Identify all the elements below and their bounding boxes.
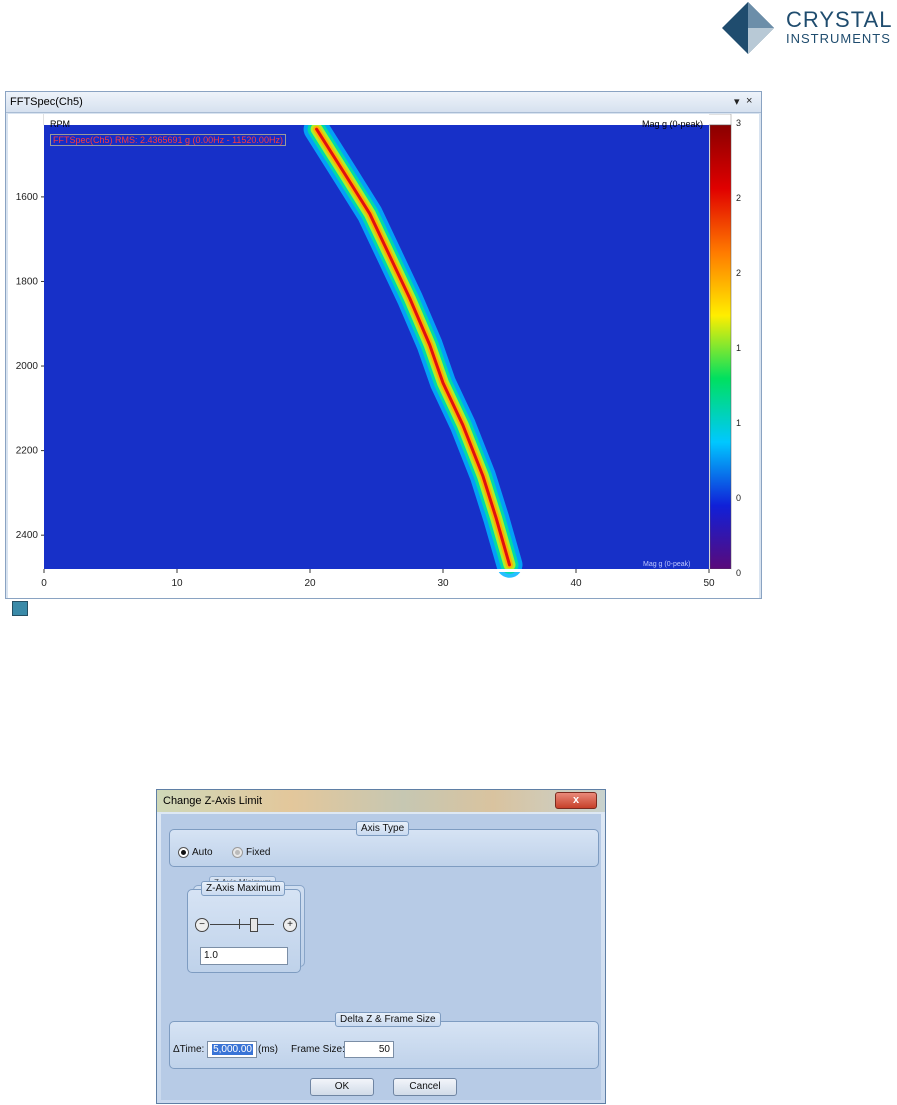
cancel-button[interactable]: Cancel — [393, 1078, 457, 1096]
trace-legend: FFTSpec(Ch5) RMS: 2.4365691 g (0.00Hz - … — [50, 134, 286, 146]
y-tick-label: 2400 — [16, 530, 39, 541]
x-tick-label: 50 — [703, 578, 715, 589]
delta-time-unit: (ms) — [258, 1044, 278, 1055]
header-mask — [44, 114, 709, 125]
decrease-icon[interactable]: − — [195, 918, 209, 932]
axis-type-legend: Axis Type — [356, 821, 410, 836]
dialog-titlebar: Change Z-Axis Limit x — [157, 790, 605, 812]
colorbar-tick-label: 1 — [736, 418, 741, 428]
fft-window-titlebar: FFTSpec(Ch5) ▾ × — [6, 92, 761, 113]
z-axis-max-input[interactable]: 1.0 — [200, 947, 288, 965]
y-tick-label: 1800 — [16, 276, 39, 287]
crystal-instruments-logo: CRYSTAL INSTRUMENTS — [718, 0, 897, 56]
colorbar-tick-label: 2 — [736, 193, 741, 203]
y-tick-label: 1600 — [16, 192, 39, 203]
y-axis-label: RPM — [50, 119, 70, 129]
window-close-icon[interactable]: × — [746, 95, 752, 107]
colorbar-tick-label: 0 — [736, 493, 741, 503]
delta-time-value: 5,000.00 — [212, 1044, 253, 1055]
window-menu-icon[interactable]: ▾ — [734, 95, 740, 108]
x-tick-label: 40 — [570, 578, 582, 589]
y-tick-label: 2000 — [16, 361, 39, 372]
dialog-title: Change Z-Axis Limit — [163, 795, 263, 807]
heatmap-background — [44, 125, 709, 569]
radio-fixed[interactable]: Fixed — [232, 847, 270, 858]
radio-auto[interactable]: Auto — [178, 847, 213, 858]
fft-spectrum-window: FFTSpec(Ch5) ▾ × 3 2 2 1 1 0 0 1600 1800 2000 2200… — [5, 91, 762, 616]
logo-line2: INSTRUMENTS — [786, 31, 891, 46]
bottom-right-label: Mag g (0-peak) — [643, 561, 690, 568]
colorbar — [709, 124, 732, 570]
plot-area: 3 2 2 1 1 0 0 1600 1800 2000 2200 2400 0 10 20 30 40 50 Ma… — [8, 114, 759, 616]
delta-frame-group: ΔTime: 5,000.00 (ms) Frame Size: 50 — [169, 1021, 599, 1069]
x-tick-label: 10 — [171, 578, 183, 589]
change-z-axis-dialog: Change Z-Axis Limit x Auto Fixed Axis Ty… — [156, 789, 606, 1104]
colorbar-tick-label: 1 — [736, 343, 741, 353]
z-axis-maximum-group: − + 1.0 — [187, 889, 301, 973]
z-axis-maximum-legend: Z-Axis Maximum — [201, 881, 286, 896]
slider-track[interactable] — [210, 924, 274, 925]
delta-frame-legend: Delta Z & Frame Size — [335, 1012, 441, 1027]
colorbar-tick-label: 2 — [736, 268, 741, 278]
radio-fixed-indicator — [232, 847, 243, 858]
delta-time-input[interactable]: 5,000.00 — [207, 1041, 257, 1058]
fft-window-title: FFTSpec(Ch5) — [10, 96, 83, 108]
colorbar-tick-label: 3 — [736, 118, 741, 128]
frame-size-label: Frame Size: — [291, 1044, 345, 1055]
x-axis-strip — [44, 569, 731, 572]
ok-button[interactable]: OK — [310, 1078, 374, 1096]
dialog-close-button[interactable]: x — [555, 792, 597, 809]
radio-auto-label: Auto — [192, 847, 213, 859]
radio-fixed-label: Fixed — [246, 847, 271, 859]
x-tick-label: 20 — [304, 578, 316, 589]
slider-thumb[interactable] — [250, 918, 258, 932]
dialog-body: Auto Fixed Axis Type Z-Axis Minimum − + … — [161, 814, 601, 1100]
increase-icon[interactable]: + — [283, 918, 297, 932]
logo-line1: CRYSTAL — [786, 7, 893, 32]
y-tick-label: 2200 — [16, 446, 39, 457]
radio-auto-indicator — [178, 847, 189, 858]
slider-tick — [239, 919, 240, 929]
chart-settings-icon[interactable] — [12, 601, 28, 616]
x-tick-label: 30 — [437, 578, 449, 589]
spectrogram-chart[interactable]: 3221100160018002000220024000 10 20 30 40 50Ma… — [8, 114, 759, 598]
frame-size-input[interactable]: 50 — [344, 1041, 394, 1058]
z-axis-label: Mag g (0-peak) — [642, 119, 704, 129]
logo-diamond-icon — [722, 2, 774, 54]
delta-time-label: ΔTime: — [173, 1044, 205, 1055]
colorbar-tick-label: 0 — [736, 568, 741, 578]
x-tick-label: 0 — [41, 578, 47, 589]
